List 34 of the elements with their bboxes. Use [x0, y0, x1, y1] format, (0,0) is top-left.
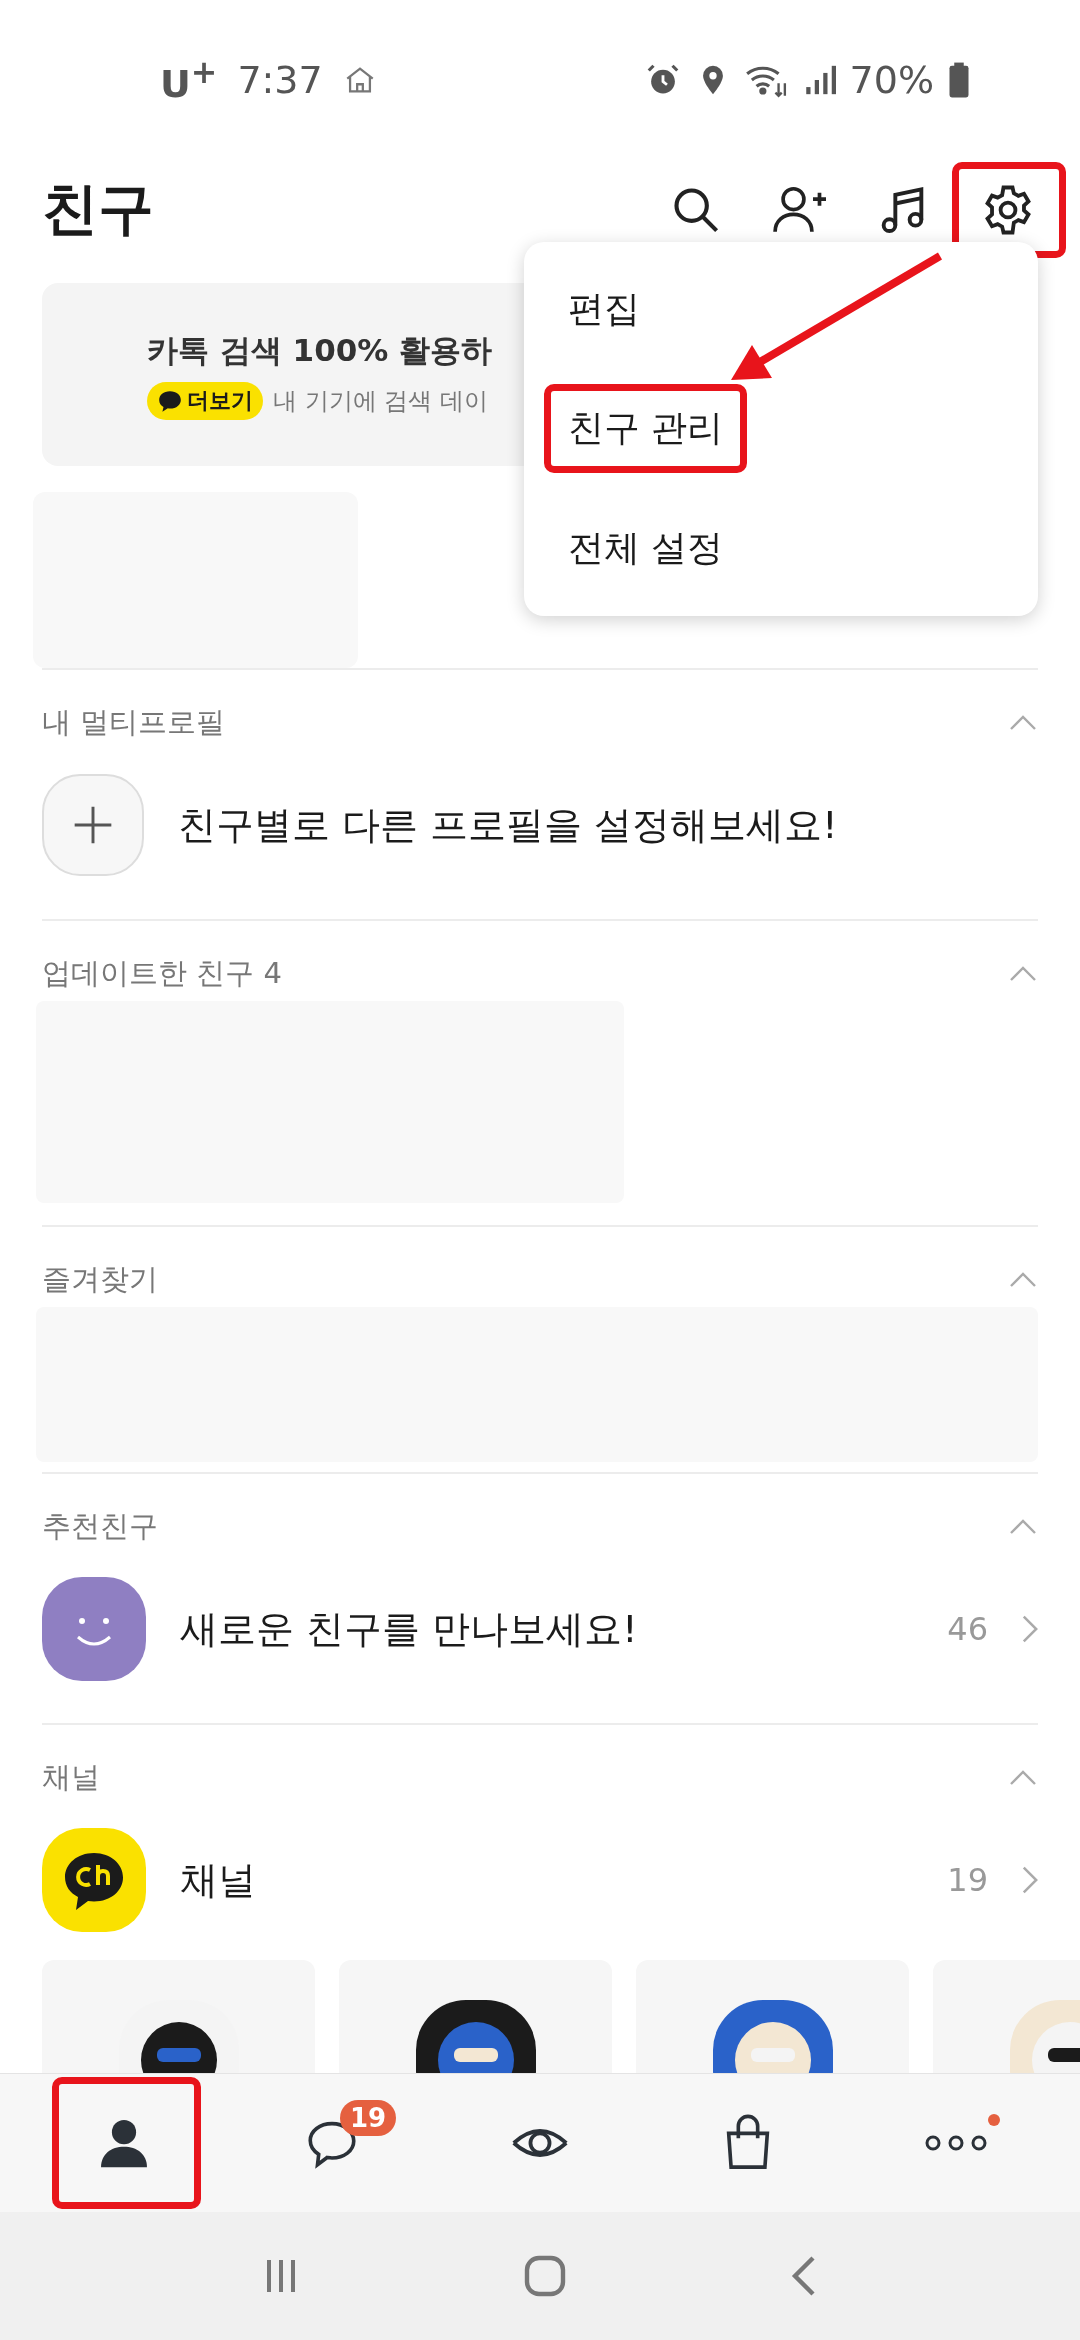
channel-icon	[42, 1828, 146, 1932]
count-label: 19	[947, 1861, 988, 1899]
page-title: 친구	[42, 175, 154, 243]
home-button-icon[interactable]	[523, 2254, 567, 2298]
collapse-chevron-icon[interactable]	[1008, 714, 1038, 732]
section-title: 채널	[42, 1759, 100, 1796]
chevron-right-icon[interactable]	[1022, 1615, 1038, 1643]
clock-time: 7:37	[237, 58, 323, 102]
chevron-right-icon[interactable]	[1022, 1866, 1038, 1894]
menu-item[interactable]: 전체 설정	[548, 507, 744, 589]
row-label[interactable]: 채널	[180, 1854, 914, 1906]
collapse-chevron-icon[interactable]	[1008, 1769, 1038, 1787]
banner-text: 내 기기에 검색 데이	[273, 385, 488, 417]
section-title: 추천친구	[42, 1508, 158, 1545]
smiley-avatar-icon	[42, 1577, 146, 1681]
add-profile-button[interactable]	[42, 774, 144, 876]
row-label[interactable]: 새로운 친구를 만나보세요!	[180, 1603, 914, 1655]
battery-icon	[948, 61, 970, 99]
section-title: 즐겨찾기	[42, 1261, 158, 1298]
unread-badge: 19	[340, 2100, 397, 2136]
row-label: 친구별로 다른 프로필을 설정해보세요!	[178, 801, 839, 849]
collapse-chevron-icon[interactable]	[1008, 1518, 1038, 1536]
collapse-chevron-icon[interactable]	[1008, 1271, 1038, 1289]
section-title: 내 멀티프로필	[42, 704, 226, 741]
more-dots-icon	[923, 2133, 989, 2153]
menu-item[interactable]: 편집	[548, 269, 660, 351]
menu-item[interactable]: 친구 관리	[548, 388, 744, 470]
collapse-chevron-icon[interactable]	[1008, 965, 1038, 983]
battery-percent: 70%	[849, 58, 934, 102]
section-title: 업데이트한 친구 4	[42, 955, 282, 992]
carrier-label: U$^{+}$	[160, 54, 218, 106]
count-label: 46	[947, 1610, 988, 1648]
banner-title: 카톡 검색 100% 활용하	[147, 330, 494, 370]
more-badge[interactable]: 더보기	[147, 381, 263, 420]
